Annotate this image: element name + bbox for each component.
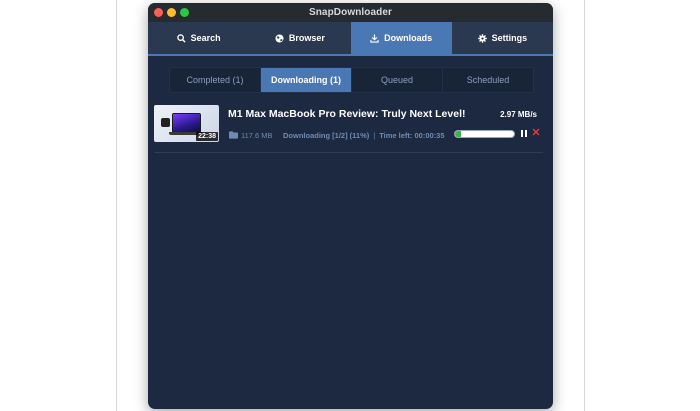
nav-settings[interactable]: Settings <box>452 22 553 54</box>
search-icon <box>176 33 186 43</box>
tab-downloading[interactable]: Downloading (1) <box>261 68 352 92</box>
download-speed: 2.97 MB/s <box>500 110 537 119</box>
download-item: 22:38 M1 Max MacBook Pro Review: Truly N… <box>154 104 543 153</box>
download-status: Downloading [1/2] (11%) | Time left: 00:00… <box>283 131 445 140</box>
pause-icon-bar <box>521 130 523 137</box>
chip-graphic <box>161 118 170 127</box>
video-title: M1 Max MacBook Pro Review: Truly Next Le… <box>228 108 466 120</box>
status-separator: | <box>373 131 376 140</box>
nav-browser-label: Browser <box>288 33 325 43</box>
window-controls <box>154 8 189 17</box>
download-status-tabs: Completed (1) Downloading (1) Queued Sch… <box>169 67 534 93</box>
file-size: 117.6 MB <box>241 131 273 140</box>
nav-downloads[interactable]: Downloads <box>350 22 452 54</box>
folder-icon[interactable] <box>229 131 238 139</box>
close-window-button[interactable] <box>154 8 163 17</box>
title-bar: SnapDownloader <box>148 3 553 22</box>
progress-bar <box>454 130 515 138</box>
progress-fill <box>455 131 462 137</box>
zoom-window-button[interactable] <box>180 8 189 17</box>
download-icon <box>370 33 379 43</box>
cancel-download-button[interactable]: ✕ <box>531 127 541 139</box>
nav-search-label: Search <box>190 33 221 43</box>
globe-icon <box>275 33 284 43</box>
pause-button[interactable] <box>520 130 528 138</box>
pause-icon-bar <box>525 130 527 137</box>
download-progress-text: Downloading [1/2] (11%) <box>283 131 370 140</box>
close-icon: ✕ <box>531 127 541 139</box>
nav-settings-label: Settings <box>491 33 528 43</box>
video-duration: 22:38 <box>196 132 218 141</box>
tab-queued[interactable]: Queued <box>352 68 443 92</box>
nav-search[interactable]: Search <box>148 22 249 54</box>
video-thumbnail: 22:38 <box>154 105 219 142</box>
nav-downloads-label: Downloads <box>384 33 433 43</box>
tab-scheduled[interactable]: Scheduled <box>443 68 533 92</box>
window-title: SnapDownloader <box>308 7 393 18</box>
time-left: Time left: 00:00:35 <box>379 131 445 140</box>
nav-browser[interactable]: Browser <box>249 22 350 54</box>
gear-icon <box>477 33 487 43</box>
app-window: SnapDownloader Search Browser Downloads <box>148 3 553 409</box>
minimize-window-button[interactable] <box>167 8 176 17</box>
laptop-graphic <box>172 113 201 133</box>
main-nav: Search Browser Downloads Settings <box>148 22 553 56</box>
tab-completed[interactable]: Completed (1) <box>170 68 261 92</box>
